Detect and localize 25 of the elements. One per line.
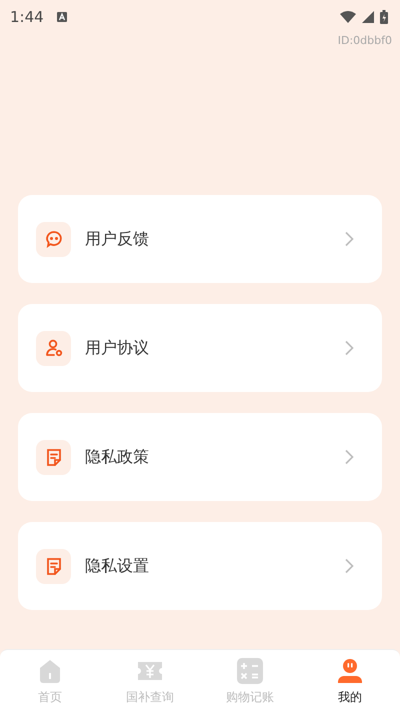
chevron-right-icon [344, 558, 354, 574]
menu-label: 用户协议 [85, 338, 150, 358]
menu-item[interactable]: 隐私设置 [18, 522, 382, 610]
tab-item[interactable]: 我的 [300, 650, 400, 712]
chevron-right-icon [344, 340, 354, 356]
device-id: ID:0dbbf0 [338, 34, 392, 47]
menu-label: 隐私设置 [85, 556, 150, 576]
wifi-icon [340, 11, 356, 23]
menu-label: 隐私政策 [85, 446, 150, 468]
user-icon [36, 330, 71, 366]
menu-item[interactable]: 隐私政策 [18, 413, 382, 501]
calculator-icon [235, 656, 265, 686]
chevron-right-icon [344, 231, 354, 247]
battery-icon [380, 10, 388, 24]
document-icon [36, 440, 71, 474]
person-icon [335, 656, 365, 686]
keyboard-icon [56, 11, 68, 23]
signal-icon [362, 11, 374, 23]
menu-item[interactable]: 用户协议 [18, 304, 382, 392]
document-icon [36, 548, 71, 584]
chevron-right-icon [344, 449, 354, 465]
chat-icon [36, 222, 71, 256]
status-time: 1:44 [10, 8, 44, 26]
menu-item[interactable]: 用户反馈 [18, 195, 382, 283]
menu-label: 用户反馈 [85, 228, 150, 250]
